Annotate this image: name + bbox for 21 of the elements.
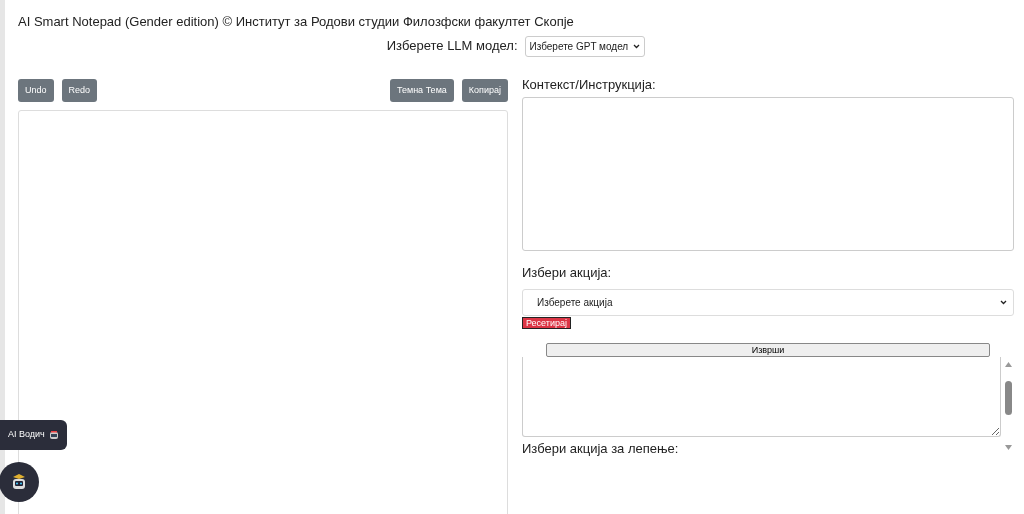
toolbar-button[interactable]: Redo (61, 78, 98, 102)
result-field[interactable] (522, 356, 1001, 437)
assistant-button[interactable] (0, 462, 39, 502)
toolbar-button[interactable]: Темна Тема (389, 78, 454, 102)
robot-icon (10, 473, 28, 491)
action-select[interactable]: Изберете акција (522, 288, 1014, 316)
guide-label: AI Водич (8, 428, 45, 441)
app-title: AI Smart Notepad (Gender edition) © Институт за Родови студии Филозфски факултет Скопје (18, 13, 575, 31)
execute-button[interactable]: Изврши (546, 342, 990, 357)
paste-action-label: Избери акција за лепење: (522, 439, 680, 458)
toolbar-button[interactable]: Копирај (461, 78, 508, 102)
robot-icon (48, 429, 59, 440)
model-label: Изберете LLM модел: (386, 37, 518, 56)
chevron-down-icon (633, 43, 641, 49)
toolbar-button[interactable]: Undo (18, 78, 54, 102)
reset-button[interactable]: Ресетирај (522, 316, 571, 329)
model-select[interactable]: Изберете GPT модел (524, 35, 646, 57)
context-field[interactable] (522, 97, 1014, 251)
chevron-down-icon (1000, 299, 1007, 305)
action-label: Избери акција: (522, 264, 613, 282)
context-label: Контекст/Инструкција: (522, 75, 657, 94)
